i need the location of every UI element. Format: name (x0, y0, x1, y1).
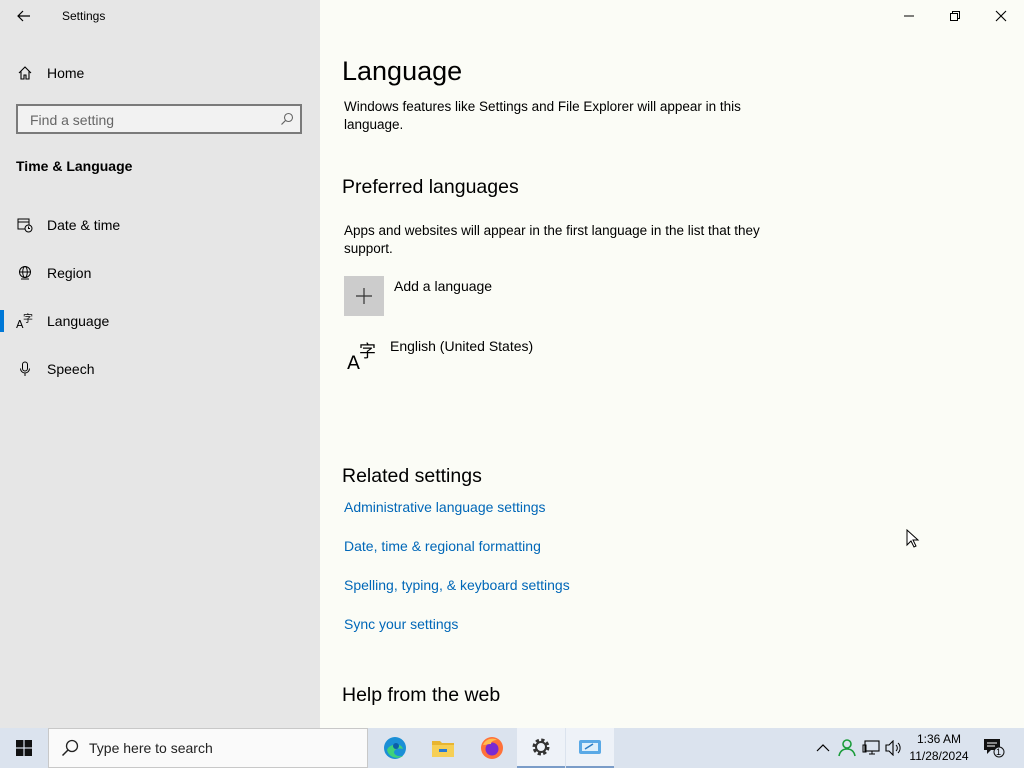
microphone-icon (16, 360, 34, 378)
window-title: Settings (62, 9, 106, 23)
language-item-icon: A字 (346, 338, 380, 374)
minimize-icon (904, 15, 914, 17)
network-icon (862, 740, 880, 755)
windows-display-language-description: Windows features like Settings and File … (344, 99, 741, 132)
sidebar-item-date-time[interactable]: Date & time (0, 205, 320, 245)
start-button[interactable] (0, 728, 48, 768)
taskbar-edge-button[interactable] (371, 728, 419, 768)
tray-network-button[interactable] (861, 738, 881, 758)
sidebar-item-label: Date & time (47, 217, 121, 233)
sidebar-section-title: Time & Language (16, 158, 133, 174)
back-button[interactable] (8, 4, 40, 28)
back-arrow-icon (17, 10, 30, 22)
tray-user-icon-button[interactable] (837, 738, 857, 758)
preferred-languages-description: Apps and websites will appear in the fir… (344, 223, 760, 256)
search-icon (280, 112, 294, 131)
user-status-icon (838, 739, 856, 757)
windows-logo-icon (16, 740, 32, 756)
restore-icon (950, 11, 960, 21)
sidebar-item-label: Speech (47, 361, 95, 377)
home-icon (16, 64, 34, 82)
language-item-english-us[interactable]: English (United States) (390, 338, 533, 354)
add-language-label[interactable]: Add a language (394, 278, 492, 294)
language-icon: A字 (16, 312, 34, 330)
mouse-cursor-icon (906, 529, 920, 548)
sidebar: Settings Home Time & Language Date & tim… (0, 0, 320, 728)
sidebar-item-label: Language (47, 313, 110, 329)
taskbar-app-window-button[interactable] (566, 728, 614, 768)
sync-your-settings-link[interactable]: Sync your settings (344, 616, 458, 632)
volume-icon (885, 740, 901, 756)
close-icon (995, 10, 1007, 22)
chevron-up-icon (816, 744, 830, 752)
sidebar-item-label: Home (47, 65, 85, 81)
taskbar-settings-button[interactable] (517, 728, 565, 768)
taskbar-search-placeholder: Type here to search (89, 740, 213, 756)
clock-time: 1:36 AM (916, 732, 962, 746)
edge-icon (384, 737, 406, 759)
page-title: Language (342, 56, 463, 86)
tray-volume-button[interactable] (884, 738, 904, 758)
search-icon (61, 739, 79, 757)
globe-icon (16, 264, 34, 282)
administrative-language-settings-link[interactable]: Administrative language settings (344, 499, 546, 515)
find-setting-input[interactable] (28, 111, 272, 129)
action-center-button[interactable]: 1 (982, 738, 1006, 758)
calendar-clock-icon (16, 216, 34, 234)
file-explorer-icon (432, 741, 454, 757)
taskbar-firefox-button[interactable] (468, 728, 516, 768)
spelling-typing-keyboard-settings-link[interactable]: Spelling, typing, & keyboard settings (344, 577, 570, 593)
date-time-regional-formatting-link[interactable]: Date, time & regional formatting (344, 538, 541, 554)
related-settings-heading: Related settings (342, 465, 482, 487)
firefox-icon (481, 737, 503, 759)
app-window-icon (579, 740, 601, 754)
settings-icon (532, 738, 550, 756)
sidebar-item-region[interactable]: Region (0, 253, 320, 293)
main-content: Language Windows features like Settings … (320, 0, 1024, 728)
show-hidden-icons-button[interactable] (813, 738, 833, 758)
sidebar-item-speech[interactable]: Speech (0, 349, 320, 389)
find-setting-search[interactable] (16, 104, 302, 134)
taskbar-clock[interactable]: 1:36 AM 11/28/2024 (906, 731, 972, 765)
add-language-button[interactable] (344, 276, 384, 316)
minimize-button[interactable] (886, 0, 932, 32)
svg-text:字: 字 (359, 342, 376, 362)
taskbar-search-box[interactable]: Type here to search (48, 728, 368, 768)
sidebar-item-home[interactable]: Home (0, 53, 320, 93)
taskbar-file-explorer-button[interactable] (419, 728, 467, 768)
clock-date: 11/28/2024 (909, 749, 969, 763)
restore-button[interactable] (932, 0, 978, 32)
notification-icon (984, 739, 1005, 758)
taskbar: Type here to search 1:36 AM 11/28/2024 1 (0, 728, 1024, 768)
sidebar-item-language[interactable]: A字 Language (0, 301, 320, 341)
plus-icon (356, 288, 372, 304)
preferred-languages-heading: Preferred languages (342, 176, 519, 198)
sidebar-item-label: Region (47, 265, 92, 281)
close-button[interactable] (978, 0, 1024, 32)
svg-text:字: 字 (23, 312, 33, 325)
help-from-web-heading: Help from the web (342, 684, 501, 706)
notification-count-badge: 1 (996, 747, 1002, 757)
